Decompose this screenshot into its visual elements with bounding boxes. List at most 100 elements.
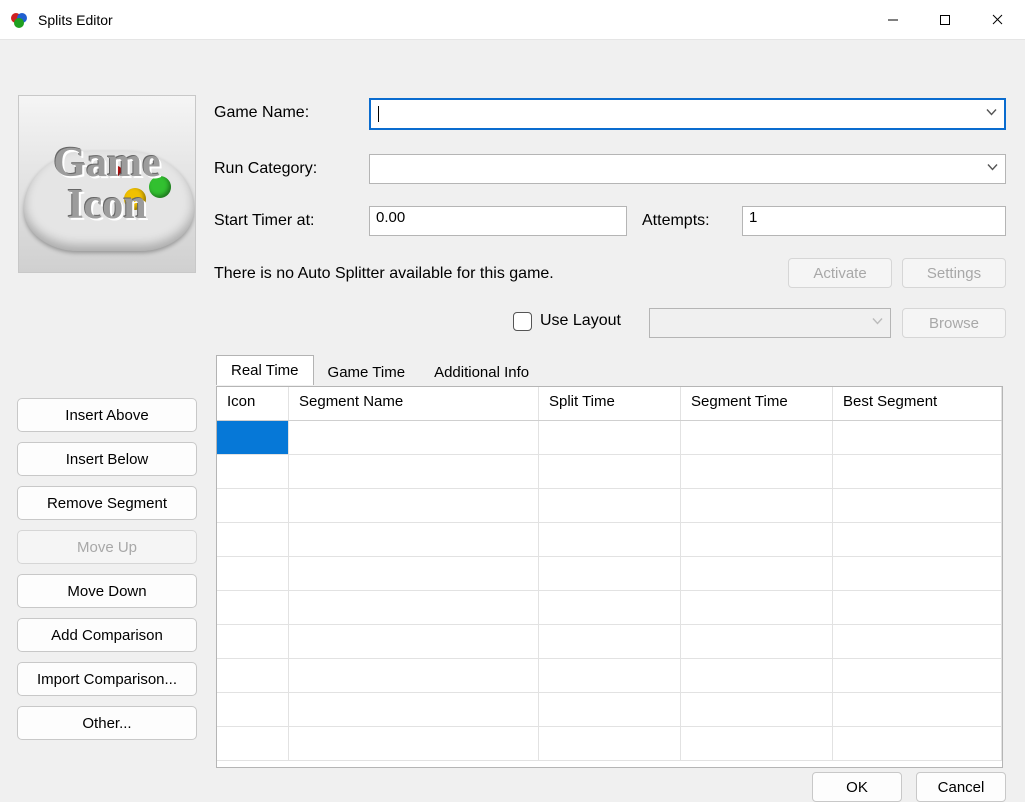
cell-segment-time[interactable]	[681, 727, 833, 760]
table-row[interactable]	[217, 625, 1002, 659]
close-button[interactable]	[971, 1, 1023, 39]
other-button[interactable]: Other...	[17, 706, 197, 740]
cell-segment-time[interactable]	[681, 557, 833, 590]
cell-split-time[interactable]	[539, 693, 681, 726]
cell-best-segment[interactable]	[833, 591, 1002, 624]
tab-game-time[interactable]: Game Time	[313, 359, 421, 385]
autosplitter-message: There is no Auto Splitter available for …	[214, 265, 554, 283]
table-row[interactable]	[217, 523, 1002, 557]
grid-body[interactable]	[217, 421, 1002, 767]
cell-split-time[interactable]	[539, 591, 681, 624]
table-row[interactable]	[217, 693, 1002, 727]
ok-button[interactable]: OK	[812, 772, 902, 802]
add-comparison-button[interactable]: Add Comparison	[17, 618, 197, 652]
cell-segment-name[interactable]	[289, 523, 539, 556]
table-row[interactable]	[217, 727, 1002, 761]
game-icon[interactable]: GameIcon	[18, 95, 196, 273]
cell-best-segment[interactable]	[833, 659, 1002, 692]
cell-segment-name[interactable]	[289, 727, 539, 760]
cell-split-time[interactable]	[539, 659, 681, 692]
cell-best-segment[interactable]	[833, 489, 1002, 522]
insert-below-button[interactable]: Insert Below	[17, 442, 197, 476]
app-icon	[10, 11, 28, 29]
insert-above-button[interactable]: Insert Above	[17, 398, 197, 432]
remove-segment-button[interactable]: Remove Segment	[17, 486, 197, 520]
tab-additional-info[interactable]: Additional Info	[419, 359, 544, 385]
chevron-down-icon	[986, 161, 999, 178]
minimize-button[interactable]	[867, 1, 919, 39]
cell-split-time[interactable]	[539, 727, 681, 760]
game-name-label: Game Name:	[214, 104, 309, 122]
chevron-down-icon	[871, 315, 884, 332]
workspace: GameIcon Game Name: Run Category: Start …	[0, 40, 1025, 802]
start-timer-at-label: Start Timer at:	[214, 212, 314, 230]
activate-button: Activate	[788, 258, 892, 288]
move-up-button: Move Up	[17, 530, 197, 564]
cell-segment-time[interactable]	[681, 625, 833, 658]
cell-split-time[interactable]	[539, 421, 681, 454]
cell-segment-name[interactable]	[289, 591, 539, 624]
move-down-button[interactable]: Move Down	[17, 574, 197, 608]
cell-best-segment[interactable]	[833, 693, 1002, 726]
cell-segment-name[interactable]	[289, 659, 539, 692]
table-row[interactable]	[217, 659, 1002, 693]
cell-icon[interactable]	[217, 523, 289, 556]
cell-segment-time[interactable]	[681, 455, 833, 488]
cell-segment-name[interactable]	[289, 455, 539, 488]
cell-segment-name[interactable]	[289, 489, 539, 522]
cancel-button[interactable]: Cancel	[916, 772, 1006, 802]
cell-segment-time[interactable]	[681, 591, 833, 624]
cell-icon[interactable]	[217, 693, 289, 726]
use-layout-checkbox[interactable]	[513, 312, 532, 331]
cell-segment-time[interactable]	[681, 523, 833, 556]
cell-icon[interactable]	[217, 455, 289, 488]
cell-icon[interactable]	[217, 421, 289, 454]
cell-segment-time[interactable]	[681, 489, 833, 522]
cell-segment-name[interactable]	[289, 557, 539, 590]
table-row[interactable]	[217, 455, 1002, 489]
col-split-time[interactable]: Split Time	[539, 387, 681, 420]
game-name-combo[interactable]	[369, 98, 1006, 130]
chevron-down-icon	[985, 106, 998, 123]
cell-best-segment[interactable]	[833, 625, 1002, 658]
tab-real-time[interactable]: Real Time	[216, 355, 314, 385]
cell-icon[interactable]	[217, 557, 289, 590]
cell-split-time[interactable]	[539, 625, 681, 658]
start-timer-at-input[interactable]: 0.00	[369, 206, 627, 236]
cell-segment-time[interactable]	[681, 421, 833, 454]
maximize-button[interactable]	[919, 1, 971, 39]
col-segment-time[interactable]: Segment Time	[681, 387, 833, 420]
cell-icon[interactable]	[217, 659, 289, 692]
cell-best-segment[interactable]	[833, 455, 1002, 488]
segments-grid[interactable]: Icon Segment Name Split Time Segment Tim…	[216, 386, 1003, 768]
browse-button: Browse	[902, 308, 1006, 338]
cell-split-time[interactable]	[539, 455, 681, 488]
cell-split-time[interactable]	[539, 557, 681, 590]
col-best-segment[interactable]: Best Segment	[833, 387, 1002, 420]
col-segment-name[interactable]: Segment Name	[289, 387, 539, 420]
cell-segment-time[interactable]	[681, 693, 833, 726]
cell-best-segment[interactable]	[833, 421, 1002, 454]
cell-segment-name[interactable]	[289, 421, 539, 454]
table-row[interactable]	[217, 591, 1002, 625]
cell-best-segment[interactable]	[833, 727, 1002, 760]
cell-segment-name[interactable]	[289, 625, 539, 658]
attempts-label: Attempts:	[642, 212, 710, 230]
table-row[interactable]	[217, 489, 1002, 523]
cell-icon[interactable]	[217, 591, 289, 624]
col-icon[interactable]: Icon	[217, 387, 289, 420]
cell-split-time[interactable]	[539, 523, 681, 556]
table-row[interactable]	[217, 421, 1002, 455]
cell-segment-time[interactable]	[681, 659, 833, 692]
cell-segment-name[interactable]	[289, 693, 539, 726]
cell-icon[interactable]	[217, 625, 289, 658]
attempts-input[interactable]: 1	[742, 206, 1006, 236]
cell-best-segment[interactable]	[833, 557, 1002, 590]
cell-split-time[interactable]	[539, 489, 681, 522]
table-row[interactable]	[217, 557, 1002, 591]
run-category-combo[interactable]	[369, 154, 1006, 184]
cell-icon[interactable]	[217, 489, 289, 522]
import-comparison-button[interactable]: Import Comparison...	[17, 662, 197, 696]
cell-icon[interactable]	[217, 727, 289, 760]
cell-best-segment[interactable]	[833, 523, 1002, 556]
